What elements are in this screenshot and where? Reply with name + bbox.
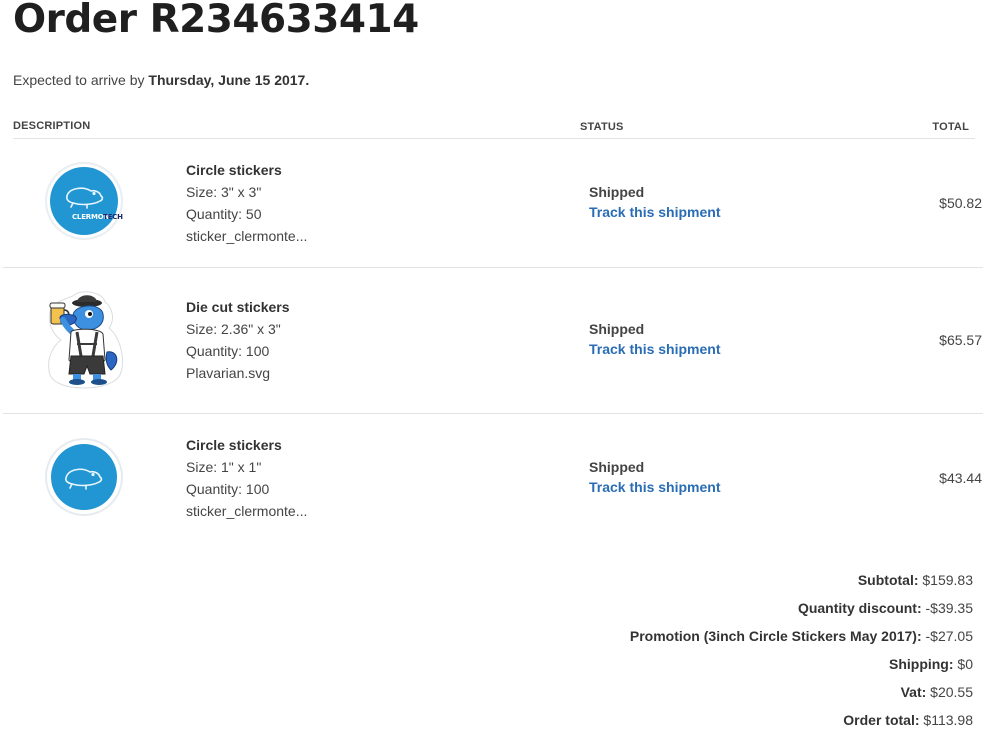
item-quantity: Quantity: 100 — [186, 343, 270, 359]
summary-order-total: Order total: $113.98 — [630, 706, 973, 734]
order-summary: Subtotal: $159.83 Quantity discount: -$3… — [630, 566, 973, 734]
summary-vat: Vat: $20.55 — [630, 678, 973, 706]
column-header-description: DESCRIPTION — [13, 120, 91, 132]
shipment-status: Shipped — [589, 459, 645, 475]
item-size: Size: 3" x 3" — [186, 184, 262, 200]
product-thumbnail[interactable] — [43, 436, 125, 518]
track-shipment-link[interactable]: Track this shipment — [589, 339, 720, 359]
track-shipment-link[interactable]: Track this shipment — [589, 477, 720, 497]
item-file-name: sticker_clermonte... — [186, 503, 308, 519]
summary-quantity-discount: Quantity discount: -$39.35 — [630, 594, 973, 622]
vat-value: $20.55 — [930, 684, 973, 700]
shipment-status: Shipped — [589, 184, 645, 200]
item-status: Shipped Track this shipment — [589, 319, 720, 359]
item-description: Die cut stickers Size: 2.36" x 3" Quanti… — [186, 296, 290, 384]
item-name: Circle stickers — [186, 162, 282, 178]
clermontech-sticker-image: CLERMON TECH — [45, 162, 123, 240]
order-item-row: Circle stickers Size: 1" x 1" Quantity: … — [0, 414, 1005, 544]
promotion-label: Promotion (3inch Circle Stickers May 201… — [629, 628, 922, 644]
order-item-row: CLERMON TECH Circle stickers Size: 3" x … — [0, 139, 1005, 267]
platypus-circle-sticker-image — [45, 438, 123, 516]
promotion-value: -$27.05 — [925, 628, 973, 644]
item-file-name: Plavarian.svg — [186, 365, 271, 381]
subtotal-value: $159.83 — [922, 572, 973, 588]
column-header-status: STATUS — [580, 121, 624, 133]
column-header-total: TOTAL — [932, 121, 969, 133]
item-status: Shipped Track this shipment — [589, 182, 720, 222]
item-quantity: Quantity: 50 — [186, 206, 262, 222]
item-description: Circle stickers Size: 1" x 1" Quantity: … — [186, 434, 307, 522]
platypus-bavarian-sticker-image — [48, 291, 123, 389]
summary-promotion: Promotion (3inch Circle Stickers May 201… — [630, 622, 973, 650]
order-item-row: Die cut stickers Size: 2.36" x 3" Quanti… — [0, 268, 1005, 413]
order-total-value: $113.98 — [923, 712, 973, 728]
expected-arrival: Expected to arrive by Thursday, June 15 … — [13, 72, 309, 89]
discount-value: -$39.35 — [925, 600, 973, 616]
arrival-date: Thursday, June 15 2017. — [148, 72, 310, 88]
arrival-prefix: Expected to arrive by — [13, 72, 149, 88]
item-name: Die cut stickers — [186, 299, 290, 315]
product-thumbnail[interactable] — [43, 290, 125, 390]
item-file-name: sticker_clermonte... — [186, 228, 308, 244]
item-size: Size: 2.36" x 3" — [186, 321, 281, 337]
subtotal-label: Subtotal: — [857, 572, 919, 588]
order-title: Order R234633414 — [13, 0, 419, 42]
shipping-label: Shipping: — [888, 656, 954, 672]
item-size: Size: 1" x 1" — [186, 459, 262, 475]
sticker-logo-text-dark: TECH — [103, 213, 123, 221]
order-total-label: Order total: — [843, 712, 920, 728]
discount-label: Quantity discount: — [797, 600, 922, 616]
item-name: Circle stickers — [186, 437, 282, 453]
item-quantity: Quantity: 100 — [186, 481, 270, 497]
item-total: $43.44 — [939, 470, 982, 486]
item-description: Circle stickers Size: 3" x 3" Quantity: … — [186, 159, 307, 247]
shipment-status: Shipped — [589, 321, 645, 337]
shipping-value: $0 — [957, 656, 973, 672]
item-status: Shipped Track this shipment — [589, 457, 720, 497]
item-total: $50.82 — [939, 195, 982, 211]
summary-shipping: Shipping: $0 — [630, 650, 973, 678]
product-thumbnail[interactable]: CLERMON TECH — [43, 160, 125, 242]
vat-label: Vat: — [900, 684, 927, 700]
summary-subtotal: Subtotal: $159.83 — [630, 566, 973, 594]
track-shipment-link[interactable]: Track this shipment — [589, 202, 720, 222]
item-total: $65.57 — [939, 332, 982, 348]
